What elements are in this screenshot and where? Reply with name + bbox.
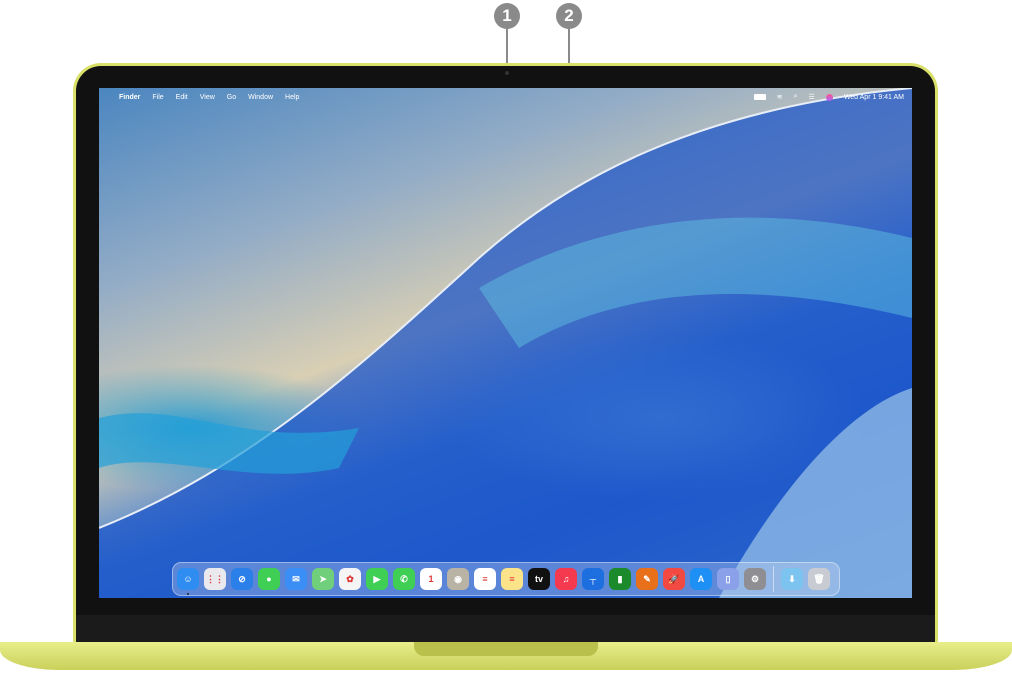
dock-apps-icon[interactable]: 🚀 bbox=[663, 568, 685, 590]
launchpad-glyph: ⋮⋮ bbox=[206, 574, 224, 585]
dock-separator bbox=[773, 566, 774, 592]
screen-chin bbox=[76, 615, 935, 642]
dock-tv-icon[interactable]: tv bbox=[528, 568, 550, 590]
menu-help[interactable]: Help bbox=[285, 94, 299, 101]
app-store-glyph: A bbox=[698, 574, 705, 584]
contacts-glyph: ◉ bbox=[454, 574, 462, 585]
numbers-glyph: ▮ bbox=[618, 574, 623, 585]
tv-glyph: tv bbox=[535, 574, 543, 584]
messages-glyph: ● bbox=[266, 574, 271, 584]
dock: ☺ ⋮⋮ ⊘ ● ✉ ➤ ✿ ▶ ✆ 1 ◉ ≡ ≡ tv ♫ ┬ ▮ ✎ 🚀 A ▯ ⚙ ⬇ 🗑 bbox=[172, 562, 840, 596]
maps-glyph: ➤ bbox=[319, 574, 327, 585]
running-indicator bbox=[187, 593, 189, 595]
facetime-glyph: ▶ bbox=[374, 574, 381, 585]
dock-trash-icon[interactable]: 🗑 bbox=[808, 568, 830, 590]
apps-glyph: 🚀 bbox=[668, 574, 679, 585]
dock-launchpad-icon[interactable]: ⋮⋮ bbox=[204, 568, 226, 590]
dock-contacts-icon[interactable]: ◉ bbox=[447, 568, 469, 590]
dock-messages-icon[interactable]: ● bbox=[258, 568, 280, 590]
dock-system-settings-icon[interactable]: ⚙ bbox=[744, 568, 766, 590]
notes-glyph: ≡ bbox=[509, 574, 514, 584]
dock-music-icon[interactable]: ♫ bbox=[555, 568, 577, 590]
menu-go[interactable]: Go bbox=[227, 94, 236, 101]
camera bbox=[505, 71, 509, 75]
callout-line-2 bbox=[568, 28, 570, 64]
menu-file[interactable]: File bbox=[152, 94, 163, 101]
control-center-icon[interactable]: ☰ bbox=[809, 93, 815, 101]
calendar-glyph: 1 bbox=[428, 574, 433, 584]
dock-finder-icon[interactable]: ☺ bbox=[177, 568, 199, 590]
downloads-glyph: ⬇ bbox=[788, 574, 796, 585]
lid-opening-notch bbox=[414, 642, 598, 656]
dock-numbers-icon[interactable]: ▮ bbox=[609, 568, 631, 590]
dock-phone-icon[interactable]: ✆ bbox=[393, 568, 415, 590]
mail-glyph: ✉ bbox=[292, 574, 300, 585]
menu-bar: Finder File Edit View Go Window Help ≋ ⌕… bbox=[99, 88, 912, 106]
menu-finder[interactable]: Finder bbox=[119, 94, 140, 101]
clock[interactable]: Wed Apr 1 9:41 AM bbox=[844, 94, 904, 101]
dock-reminders-icon[interactable]: ≡ bbox=[474, 568, 496, 590]
dock-pages-icon[interactable]: ✎ bbox=[636, 568, 658, 590]
dock-iphone-mirroring-icon[interactable]: ▯ bbox=[717, 568, 739, 590]
photos-glyph: ✿ bbox=[346, 574, 354, 585]
phone-glyph: ✆ bbox=[400, 574, 408, 585]
pages-glyph: ✎ bbox=[643, 574, 651, 585]
finder-glyph: ☺ bbox=[183, 574, 192, 584]
trash-glyph: 🗑 bbox=[813, 574, 824, 585]
dock-app-store-icon[interactable]: A bbox=[690, 568, 712, 590]
dock-mail-icon[interactable]: ✉ bbox=[285, 568, 307, 590]
dock-notes-icon[interactable]: ≡ bbox=[501, 568, 523, 590]
wallpaper-wave bbox=[99, 88, 912, 598]
callout-2: 2 bbox=[556, 3, 582, 29]
dock-facetime-icon[interactable]: ▶ bbox=[366, 568, 388, 590]
keynote-glyph: ┬ bbox=[590, 574, 596, 584]
dock-photos-icon[interactable]: ✿ bbox=[339, 568, 361, 590]
music-glyph: ♫ bbox=[563, 574, 570, 584]
system-settings-glyph: ⚙ bbox=[751, 574, 759, 585]
menu-edit[interactable]: Edit bbox=[176, 94, 188, 101]
dock-downloads-icon[interactable]: ⬇ bbox=[781, 568, 803, 590]
search-icon[interactable]: ⌕ bbox=[794, 93, 798, 101]
wifi-icon[interactable]: ≋ bbox=[777, 93, 783, 101]
dock-maps-icon[interactable]: ➤ bbox=[312, 568, 334, 590]
callout-1: 1 bbox=[494, 3, 520, 29]
siri-icon[interactable] bbox=[826, 94, 833, 101]
iphone-mirroring-glyph: ▯ bbox=[726, 574, 731, 585]
dock-safari-icon[interactable]: ⊘ bbox=[231, 568, 253, 590]
dock-keynote-icon[interactable]: ┬ bbox=[582, 568, 604, 590]
menu-view[interactable]: View bbox=[200, 94, 215, 101]
reminders-glyph: ≡ bbox=[482, 574, 487, 584]
menu-window[interactable]: Window bbox=[248, 94, 273, 101]
desktop: Finder File Edit View Go Window Help ≋ ⌕… bbox=[99, 88, 912, 598]
safari-glyph: ⊘ bbox=[238, 574, 246, 585]
battery-icon[interactable] bbox=[754, 94, 766, 100]
dock-calendar-icon[interactable]: 1 bbox=[420, 568, 442, 590]
